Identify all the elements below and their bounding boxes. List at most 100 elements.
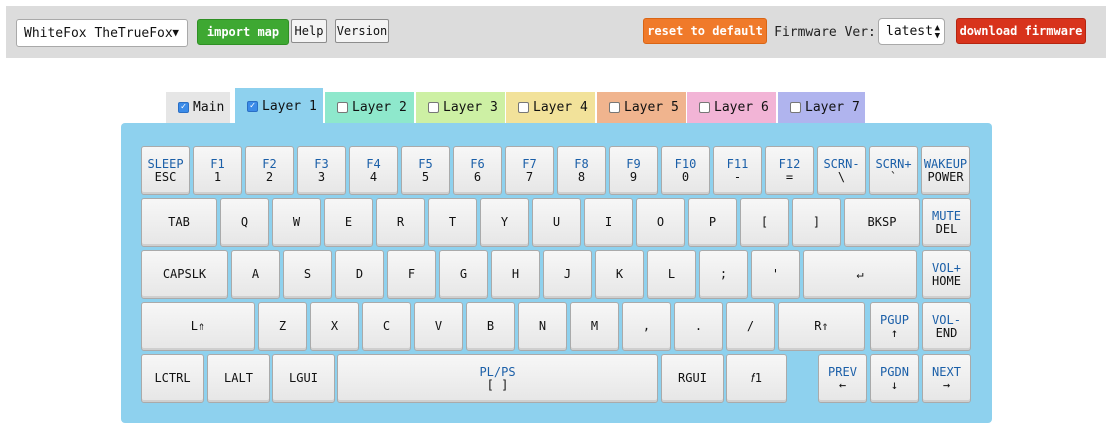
key-rgui[interactable]: RGUI	[661, 354, 724, 403]
key-h[interactable]: H	[491, 250, 540, 299]
key-4-f4[interactable]: F4 4	[349, 146, 398, 195]
tab-label: Layer 2	[352, 100, 407, 115]
tab-layer-2[interactable]: Layer 2	[325, 92, 414, 123]
key--pgup[interactable]: PGUP ↑	[870, 302, 919, 351]
key-j[interactable]: J	[543, 250, 592, 299]
key-2-f2[interactable]: F2 2	[245, 146, 294, 195]
firmware-version-select[interactable]: latest ▲ ▼	[878, 18, 945, 45]
key-base-label: 7	[525, 169, 534, 184]
tab-checkbox[interactable]	[790, 102, 801, 113]
key-l[interactable]: L⇑	[141, 302, 255, 351]
key-f[interactable]: F	[387, 250, 436, 299]
key-base-label: N	[538, 319, 547, 333]
key-n[interactable]: N	[518, 302, 567, 351]
key-y[interactable]: Y	[480, 198, 529, 247]
key-q[interactable]: Q	[220, 198, 269, 247]
key-x[interactable]: X	[310, 302, 359, 351]
key-[interactable]: ;	[699, 250, 748, 299]
key-s[interactable]: S	[283, 250, 332, 299]
tab-layer-4[interactable]: Layer 4	[506, 92, 595, 123]
key-[interactable]: ↵	[803, 250, 917, 299]
key-d[interactable]: D	[335, 250, 384, 299]
key-l[interactable]: L	[647, 250, 696, 299]
version-button[interactable]: Version	[335, 19, 389, 43]
key-z[interactable]: Z	[258, 302, 307, 351]
key-5-f5[interactable]: F5 5	[401, 146, 450, 195]
key-layer-label: F9	[626, 156, 641, 171]
tab-layer-7[interactable]: Layer 7	[778, 92, 865, 123]
key-[interactable]: '	[751, 250, 800, 299]
key--plps[interactable]: PL/PS[ ]	[337, 354, 658, 403]
tab-checkbox[interactable]: ✓	[247, 100, 258, 112]
key-0-f10[interactable]: F10 0	[661, 146, 710, 195]
key--prev[interactable]: PREV ←	[818, 354, 867, 403]
tab-checkbox[interactable]	[699, 102, 710, 113]
import-map-button[interactable]: import map	[197, 19, 289, 45]
tab-checkbox[interactable]	[609, 102, 620, 113]
key-t[interactable]: T	[428, 198, 477, 247]
key-lgui[interactable]: LGUI	[272, 354, 335, 403]
key-v[interactable]: V	[414, 302, 463, 351]
key-o[interactable]: O	[636, 198, 685, 247]
key--next[interactable]: NEXT →	[922, 354, 971, 403]
tab-checkbox[interactable]	[518, 102, 529, 113]
key-lctrl[interactable]: LCTRL	[141, 354, 204, 403]
key--f12[interactable]: F12 =	[765, 146, 814, 195]
tab-layer-3[interactable]: Layer 3	[416, 92, 505, 123]
keyboard-select[interactable]: WhiteFox TheTrueFox ▼	[16, 19, 188, 47]
tab-checkbox[interactable]	[337, 102, 348, 113]
key-w[interactable]: W	[272, 198, 321, 247]
key-[interactable]: ]	[792, 198, 841, 247]
key-[interactable]: ,	[622, 302, 671, 351]
key-a[interactable]: A	[231, 250, 280, 299]
key--pgdn[interactable]: PGDN ↓	[870, 354, 919, 403]
key-u[interactable]: U	[532, 198, 581, 247]
key-esc-sleep[interactable]: SLEEP ESC	[141, 146, 190, 195]
key-base-label: V	[434, 319, 443, 333]
keyboard-board: SLEEP ESC F1 1 F2 2 F3 3 F4 4 F5 5 F6 6 F7 7 F8 8 F9 9 F10 0 F…	[121, 123, 992, 423]
tab-layer-1[interactable]: ✓ Layer 1	[235, 88, 323, 124]
key-1-f1[interactable]: F1 1	[193, 146, 242, 195]
key-tab[interactable]: TAB	[141, 198, 217, 247]
key-[interactable]: /	[726, 302, 775, 351]
tab-checkbox[interactable]	[428, 102, 439, 113]
key-8-f8[interactable]: F8 8	[557, 146, 606, 195]
key-9-f9[interactable]: F9 9	[609, 146, 658, 195]
key-lalt[interactable]: LALT	[207, 354, 270, 403]
key-7-f7[interactable]: F7 7	[505, 146, 554, 195]
key-layer-label: F10	[674, 156, 697, 171]
key-m[interactable]: M	[570, 302, 619, 351]
key-[interactable]: [	[740, 198, 789, 247]
help-button[interactable]: Help	[291, 19, 327, 43]
key-home-vol[interactable]: VOL+ HOME	[922, 250, 971, 299]
key-e[interactable]: E	[324, 198, 373, 247]
download-firmware-button[interactable]: download firmware	[956, 18, 1086, 44]
reset-to-default-button[interactable]: reset to default	[643, 18, 767, 44]
tab-layer-5[interactable]: Layer 5	[597, 92, 686, 123]
key-base-label: RGUI	[678, 371, 707, 385]
key-g[interactable]: G	[439, 250, 488, 299]
key-r[interactable]: R⇑	[778, 302, 865, 351]
key-bksp[interactable]: BKSP	[844, 198, 920, 247]
key-del-mute[interactable]: MUTE DEL	[922, 198, 971, 247]
key-k[interactable]: K	[595, 250, 644, 299]
tab-main[interactable]: ✓ Main	[166, 92, 230, 123]
key-b[interactable]: B	[466, 302, 515, 351]
key-3-f3[interactable]: F3 3	[297, 146, 346, 195]
key-6-f6[interactable]: F6 6	[453, 146, 502, 195]
key-capslk[interactable]: CAPSLK	[141, 250, 228, 299]
key-power-wakeup[interactable]: WAKEUP POWER	[921, 146, 970, 195]
key-[interactable]: .	[674, 302, 723, 351]
tab-checkbox[interactable]: ✓	[178, 102, 189, 113]
key--f11[interactable]: F11-	[713, 146, 762, 195]
key--scrn[interactable]: SCRN- \	[817, 146, 866, 195]
key-r[interactable]: R	[376, 198, 425, 247]
key-i[interactable]: I	[584, 198, 633, 247]
key--scrn[interactable]: SCRN+ `	[869, 146, 918, 195]
key-end-vol[interactable]: VOL- END	[922, 302, 971, 351]
key-p[interactable]: P	[688, 198, 737, 247]
tab-layer-6[interactable]: Layer 6	[687, 92, 776, 123]
key-1[interactable]: 𝑓1	[726, 354, 787, 403]
key-layer-label: F12	[778, 156, 801, 171]
key-c[interactable]: C	[362, 302, 411, 351]
